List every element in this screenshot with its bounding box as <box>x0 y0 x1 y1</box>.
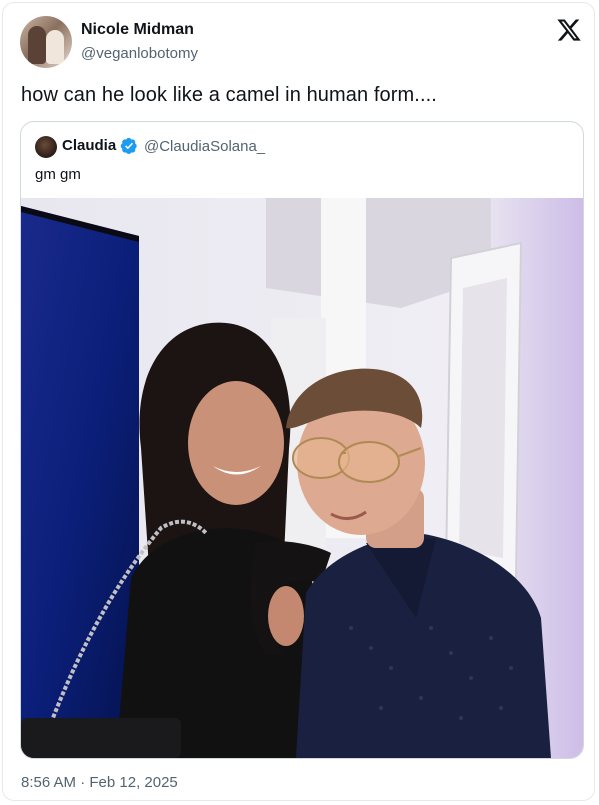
x-logo-icon[interactable] <box>556 17 582 43</box>
quoted-tweet[interactable]: Claudia @ClaudiaSolana_ gm gm <box>20 121 584 759</box>
author-name[interactable]: Nicole Midman <box>81 21 194 39</box>
tweet-card[interactable]: Nicole Midman @veganlobotomy how can he … <box>2 2 595 801</box>
author-avatar[interactable] <box>20 16 72 68</box>
quoted-author-handle[interactable]: @ClaudiaSolana_ <box>144 138 265 155</box>
quoted-author-name[interactable]: Claudia <box>62 137 116 154</box>
tweet-text: how can he look like a camel in human fo… <box>21 84 437 106</box>
quoted-tweet-photo[interactable] <box>21 198 583 758</box>
verified-badge-icon <box>120 137 137 155</box>
quoted-tweet-text: gm gm <box>35 166 81 183</box>
quoted-author-avatar[interactable] <box>35 136 57 158</box>
tweet-timestamp[interactable]: 8:56 AM · Feb 12, 2025 <box>21 774 178 791</box>
author-handle[interactable]: @veganlobotomy <box>81 45 198 62</box>
